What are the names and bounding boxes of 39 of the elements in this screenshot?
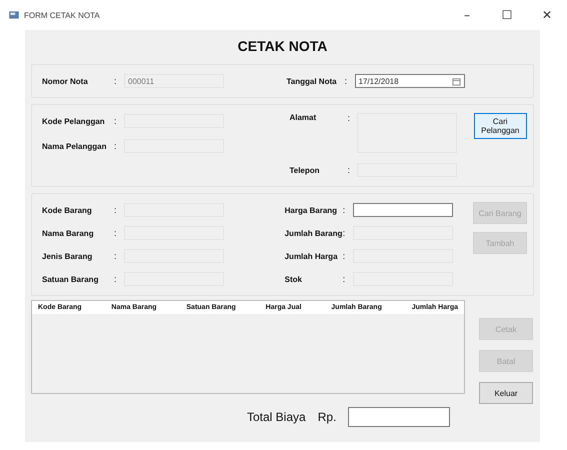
field-label: Jumlah Harga bbox=[284, 252, 339, 260]
colon: : bbox=[347, 113, 351, 123]
action-button[interactable]: Keluar bbox=[479, 382, 533, 404]
input-field[interactable] bbox=[352, 203, 453, 217]
field-label: Stok bbox=[284, 274, 303, 284]
field-label: Kode Barang bbox=[41, 206, 93, 214]
field-label: Kode Pelanggan bbox=[41, 116, 106, 126]
field-label: Jumlah Barang bbox=[284, 228, 343, 238]
field-label: Alamat bbox=[288, 113, 318, 122]
field-label: Harga Barang bbox=[284, 206, 338, 214]
field-label: Nomor Nota bbox=[41, 76, 89, 86]
window-title: FORM CETAK NOTA bbox=[24, 10, 100, 20]
field-label: Telepon bbox=[288, 166, 321, 174]
colon: : bbox=[114, 141, 118, 151]
colon: : bbox=[114, 76, 118, 86]
colon: : bbox=[114, 228, 118, 238]
total-label: Total Biaya bbox=[247, 410, 306, 424]
colon: : bbox=[114, 251, 118, 261]
colon: : bbox=[114, 274, 118, 284]
colon: : bbox=[114, 205, 118, 215]
heading: CETAK NOTA bbox=[236, 37, 328, 56]
colon: : bbox=[344, 76, 348, 86]
field-label: Tanggal Nota bbox=[286, 76, 338, 86]
calendar-icon bbox=[452, 76, 460, 86]
field-label: Satuan Barang bbox=[41, 274, 100, 284]
field-label: Nama Pelanggan bbox=[41, 142, 108, 150]
colon: : bbox=[342, 251, 346, 261]
colon: : bbox=[342, 274, 346, 284]
search-customer-button[interactable]: Cari Pelanggan bbox=[474, 113, 527, 139]
colon: : bbox=[342, 205, 346, 215]
field-label: Jenis Barang bbox=[41, 252, 94, 260]
colon: : bbox=[114, 116, 118, 126]
field-label: Nama Barang bbox=[41, 228, 95, 238]
app-icon bbox=[8, 9, 20, 21]
currency-label: Rp. bbox=[318, 410, 336, 424]
date-picker[interactable]: 17/12/2018 bbox=[354, 74, 464, 88]
colon: : bbox=[347, 165, 351, 175]
colon: : bbox=[342, 228, 346, 238]
total-field[interactable] bbox=[348, 407, 450, 427]
